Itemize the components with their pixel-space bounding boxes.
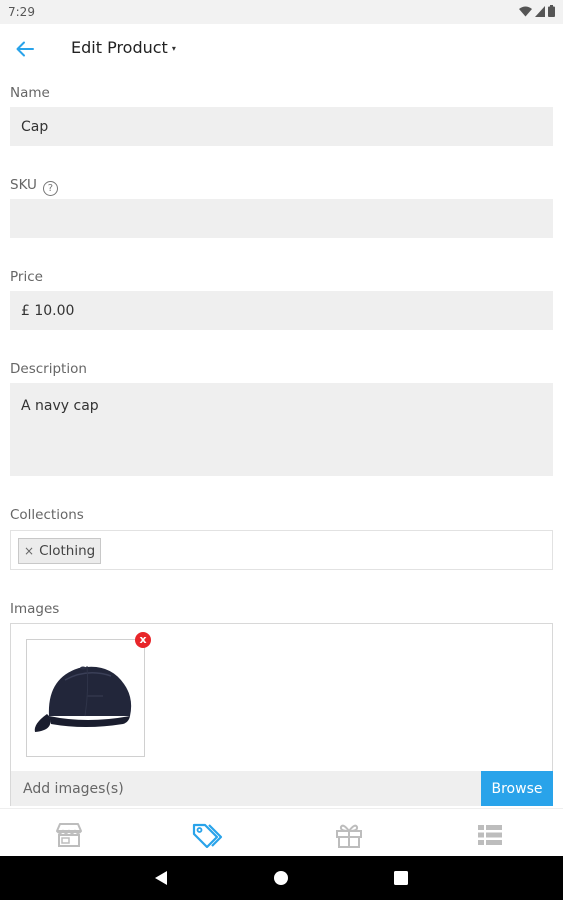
collections-label: Collections <box>10 507 84 523</box>
nav-list[interactable] <box>474 821 506 849</box>
system-recents-button[interactable] <box>392 869 410 887</box>
add-images-input[interactable]: Add images(s) <box>11 771 481 806</box>
system-nav-bar <box>0 856 563 900</box>
signal-icon <box>535 5 545 17</box>
arrow-left-icon <box>16 41 34 57</box>
price-input[interactable]: £ 10.00 <box>10 291 553 330</box>
description-label: Description <box>10 361 87 377</box>
sku-label-row: SKU? <box>10 177 58 196</box>
page-title-text: Edit Product <box>71 38 168 57</box>
name-input[interactable]: Cap <box>10 107 553 146</box>
bottom-nav <box>0 808 563 856</box>
status-bar: 7:29 <box>0 0 563 24</box>
back-button[interactable] <box>12 36 38 62</box>
app-bar: Edit Product ▾ <box>0 24 563 72</box>
system-home-button[interactable] <box>272 869 290 887</box>
store-icon <box>56 823 82 847</box>
circle-home-icon <box>274 871 288 885</box>
price-label: Price <box>10 269 43 285</box>
square-recents-icon <box>394 871 408 885</box>
tags-icon <box>192 823 223 848</box>
nav-orders[interactable] <box>333 821 365 849</box>
name-label: Name <box>10 85 50 101</box>
images-uploader: x Add images(s) Browse <box>10 623 553 806</box>
chevron-down-icon: ▾ <box>171 44 176 53</box>
collection-tag-label: Clothing <box>39 543 96 559</box>
sku-label: SKU <box>10 177 37 193</box>
help-icon[interactable]: ? <box>42 181 58 196</box>
status-icons <box>519 5 555 17</box>
system-back-button[interactable] <box>152 869 170 887</box>
sku-input[interactable] <box>10 199 553 238</box>
collections-input[interactable]: × Clothing <box>10 530 553 570</box>
collection-tag: × Clothing <box>18 538 102 564</box>
battery-icon <box>548 5 555 17</box>
remove-image-button[interactable]: x <box>135 632 151 648</box>
description-textarea[interactable]: A navy cap <box>10 383 553 476</box>
cap-image <box>34 665 132 732</box>
remove-tag-icon[interactable]: × <box>24 544 34 558</box>
gift-icon <box>336 824 362 848</box>
browse-button[interactable]: Browse <box>481 771 553 806</box>
page-title[interactable]: Edit Product ▾ <box>71 38 176 57</box>
triangle-back-icon <box>155 871 167 885</box>
status-time: 7:29 <box>8 5 35 19</box>
nav-store[interactable] <box>53 821 85 849</box>
nav-products[interactable] <box>192 821 224 849</box>
list-icon <box>478 825 502 845</box>
product-image-thumbnail[interactable] <box>26 639 145 757</box>
wifi-icon <box>519 6 532 16</box>
images-label: Images <box>10 601 60 617</box>
